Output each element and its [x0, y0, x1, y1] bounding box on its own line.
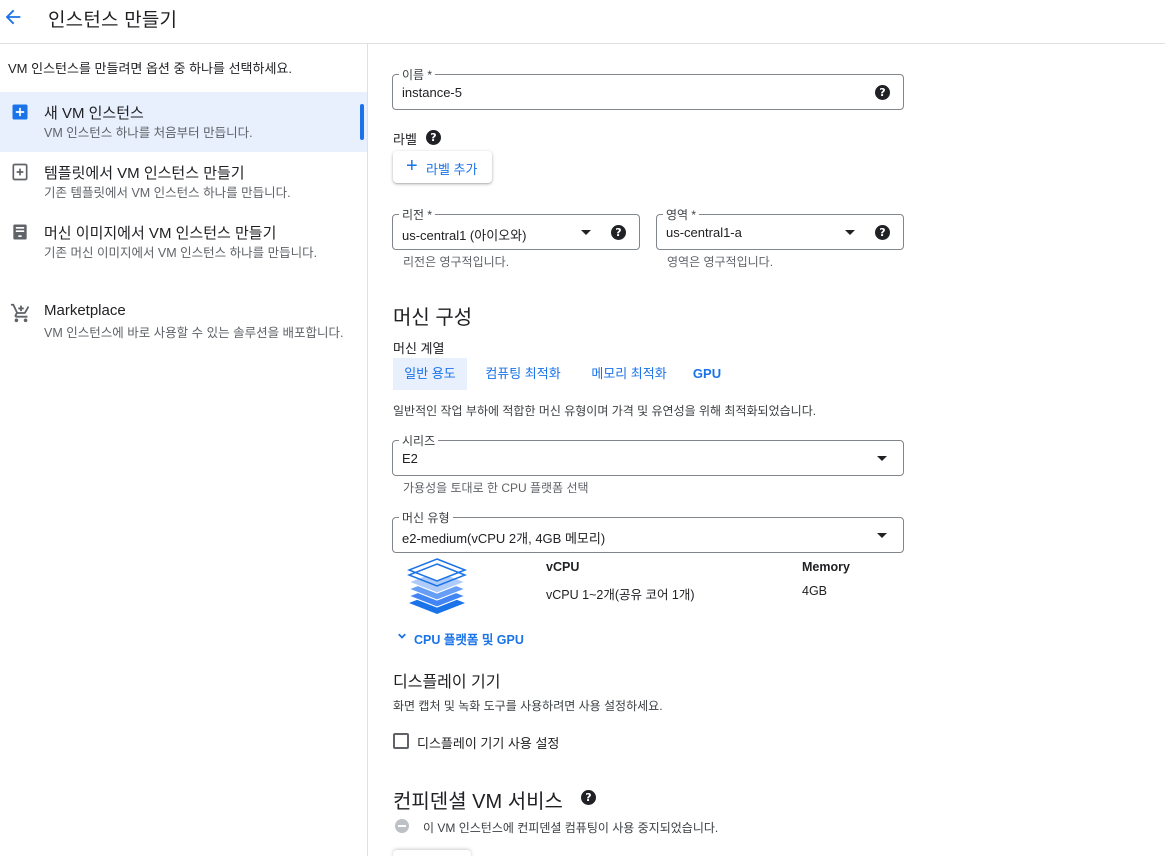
machine-family-label: 머신 계열 [393, 341, 445, 356]
vcpu-header: vCPU [546, 560, 580, 574]
series-hint: 가용성을 토대로 한 CPU 플랫폼 선택 [403, 481, 589, 495]
template-add-icon [10, 162, 30, 182]
labels-heading: 라벨 [393, 132, 417, 147]
sidebar-item-title: 머신 이미지에서 VM 인스턴스 만들기 [44, 225, 277, 242]
tab-memory-optimized[interactable]: 메모리 최적화 [583, 358, 675, 390]
add-label-button-label: 라벨 추가 [426, 162, 478, 177]
name-field[interactable]: 이름 * instance-5 ? [392, 66, 904, 110]
top-bar: 인스턴스 만들기 [0, 0, 1165, 44]
back-arrow-icon[interactable] [2, 6, 24, 28]
add-label-button[interactable]: + 라벨 추가 [393, 151, 492, 183]
series-value: E2 [402, 451, 418, 466]
confidential-vm-heading: 컨피덴셜 VM 서비스 [393, 791, 563, 813]
confidential-vm-notice: 이 VM 인스턴스에 컨피덴셜 컴퓨팅이 사용 중지되었습니다. [423, 821, 719, 835]
zone-hint: 영역은 영구적입니다. [667, 255, 774, 269]
sidebar-item-title: 새 VM 인스턴스 [44, 105, 144, 122]
active-indicator [360, 104, 364, 140]
partially-visible-button[interactable] [393, 850, 471, 856]
sidebar-item-from-machine-image[interactable]: 머신 이미지에서 VM 인스턴스 만들기 기존 머신 이미지에서 VM 인스턴스… [0, 212, 367, 292]
sidebar-item-from-template[interactable]: 템플릿에서 VM 인스턴스 만들기 기존 템플릿에서 VM 인스턴스 하나를 만… [0, 152, 367, 212]
series-select[interactable]: 시리즈 E2 [392, 432, 904, 476]
disabled-icon [395, 819, 409, 833]
help-icon[interactable]: ? [611, 225, 626, 240]
chevron-down-icon [395, 629, 409, 648]
machine-image-icon [10, 222, 30, 242]
region-value: us-central1 (아이오와) [402, 228, 527, 243]
memory-value: 4GB [802, 584, 828, 598]
sidebar-item-marketplace[interactable]: Marketplace VM 인스턴스에 바로 사용할 수 있는 솔루션을 배포… [0, 292, 367, 372]
tab-general-purpose[interactable]: 일반 용도 [393, 358, 467, 390]
vcpu-value: vCPU 1~2개(공유 코어 1개) [546, 588, 695, 602]
zone-select[interactable]: 영역 * us-central1-a ? [656, 206, 904, 250]
dropdown-arrow-icon [877, 456, 887, 461]
sidebar-item-title: Marketplace [44, 302, 126, 319]
instance-form: 이름 * instance-5 ? 라벨 ? + 라벨 추가 리전 * us-c… [369, 44, 1165, 856]
zone-label: 영역 * [663, 206, 700, 223]
tab-compute-optimized[interactable]: 컴퓨팅 최적화 [477, 358, 569, 390]
cpu-platform-gpu-label: CPU 플랫폼 및 GPU [414, 633, 524, 647]
sidebar-item-new-vm[interactable]: 새 VM 인스턴스 VM 인스턴스 하나를 처음부터 만듭니다. [0, 92, 367, 152]
help-icon[interactable]: ? [426, 130, 441, 145]
machine-type-value: e2-medium(vCPU 2개, 4GB 메모리) [402, 531, 606, 546]
machine-type-select[interactable]: 머신 유형 e2-medium(vCPU 2개, 4GB 메모리) [392, 509, 904, 553]
memory-header: Memory [802, 560, 850, 574]
series-label: 시리즈 [399, 432, 439, 449]
cart-icon [10, 302, 30, 323]
dropdown-arrow-icon [877, 533, 887, 538]
display-device-description: 화면 캡처 및 녹화 도구를 사용하려면 사용 설정하세요. [393, 699, 663, 713]
region-label: 리전 * [399, 206, 436, 223]
name-field-value: instance-5 [402, 85, 462, 100]
creation-options-sidebar: VM 인스턴스를 만들려면 옵션 중 하나를 선택하세요. 새 VM 인스턴스 … [0, 44, 368, 856]
sidebar-item-desc: 기존 템플릿에서 VM 인스턴스 하나를 만듭니다. [44, 186, 291, 200]
region-hint: 리전은 영구적입니다. [403, 255, 510, 269]
display-device-heading: 디스플레이 기기 [393, 674, 501, 691]
zone-value: us-central1-a [666, 225, 742, 240]
help-icon[interactable]: ? [581, 790, 596, 805]
layers-icon [406, 556, 468, 623]
machine-type-label: 머신 유형 [399, 509, 453, 526]
sidebar-item-desc: VM 인스턴스 하나를 처음부터 만듭니다. [44, 126, 253, 140]
page-title: 인스턴스 만들기 [48, 10, 178, 31]
sidebar-intro: VM 인스턴스를 만들려면 옵션 중 하나를 선택하세요. [8, 61, 292, 76]
plus-icon: + [406, 155, 418, 177]
tab-gpu[interactable]: GPU [689, 358, 725, 390]
region-select[interactable]: 리전 * us-central1 (아이오와) ? [392, 206, 640, 250]
dropdown-arrow-icon [845, 230, 855, 235]
machine-family-description: 일반적인 작업 부하에 적합한 머신 유형이며 가격 및 유연성을 위해 최적화… [393, 404, 817, 418]
sidebar-item-title: 템플릿에서 VM 인스턴스 만들기 [44, 165, 245, 182]
sidebar-item-desc: VM 인스턴스에 바로 사용할 수 있는 솔루션을 배포합니다. [44, 326, 344, 340]
display-device-checkbox-label[interactable]: 디스플레이 기기 사용 설정 [417, 733, 559, 752]
help-icon[interactable]: ? [875, 225, 890, 240]
name-field-label: 이름 * [399, 66, 436, 83]
dropdown-arrow-icon [581, 230, 591, 235]
machine-config-heading: 머신 구성 [393, 307, 473, 329]
help-icon[interactable]: ? [875, 85, 890, 100]
display-device-checkbox[interactable] [393, 733, 409, 749]
add-box-icon [10, 102, 30, 122]
sidebar-item-desc: 기존 머신 이미지에서 VM 인스턴스 하나를 만듭니다. [44, 246, 318, 260]
